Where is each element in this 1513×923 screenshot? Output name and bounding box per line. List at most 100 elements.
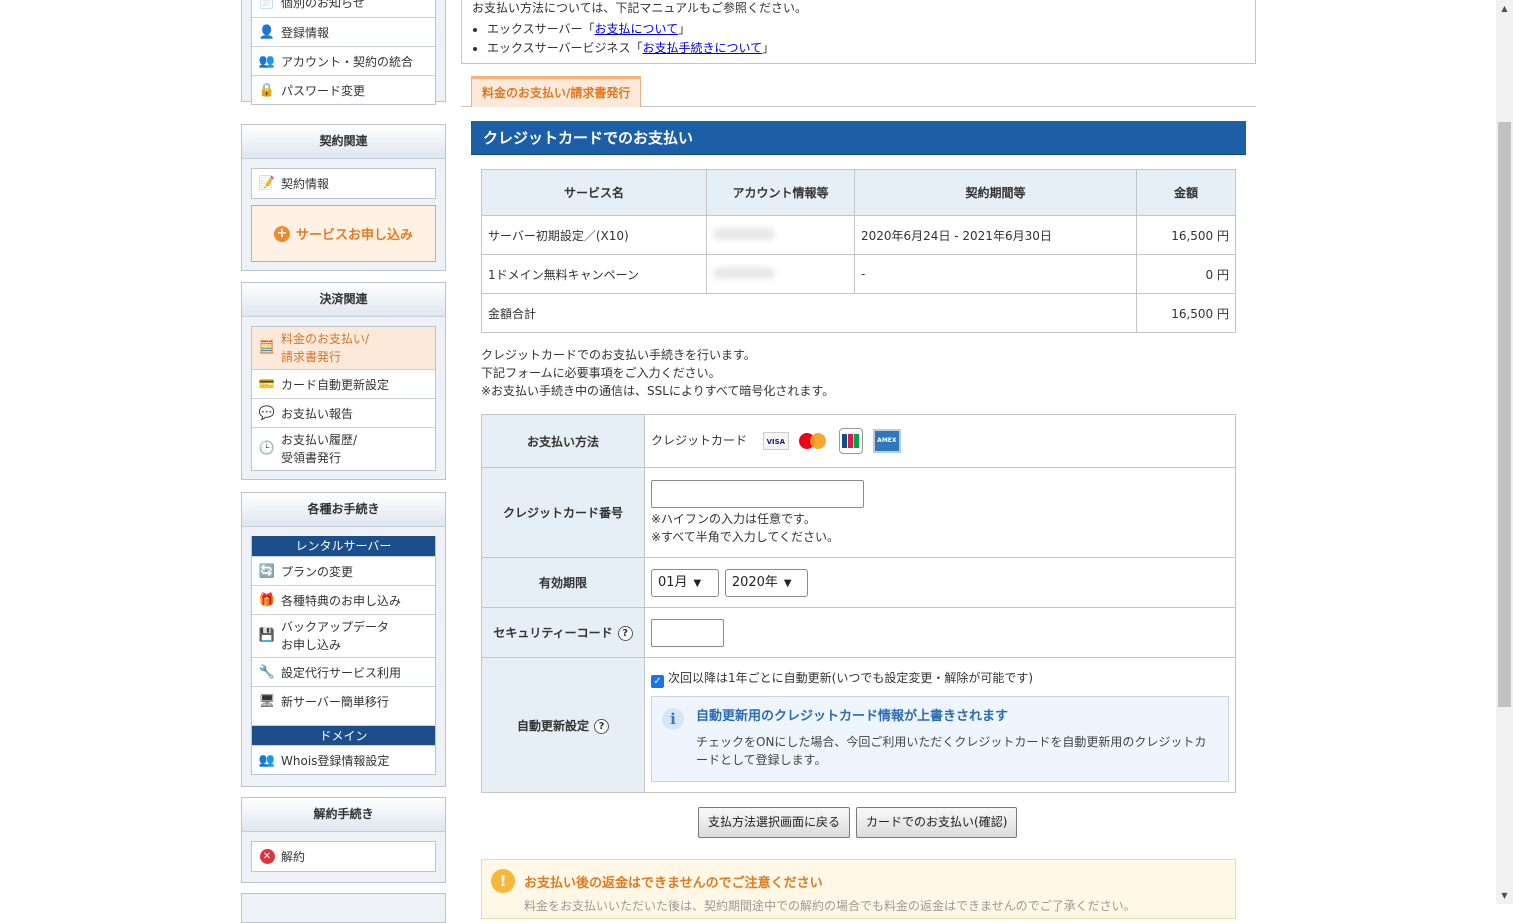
mastercard-icon <box>798 432 829 450</box>
sidebar-item-merge-account[interactable]: 👥 アカウント・契約の統合 <box>252 46 435 75</box>
table-row: 1ドメイン無料キャンペーン - 0 円 <box>481 254 1236 294</box>
auto-renew-checkbox[interactable]: ✓ <box>651 674 664 688</box>
business-payment-manual-link[interactable]: お支払手続きについて <box>643 41 763 55</box>
scroll-down-icon[interactable]: ▼ <box>1496 887 1513 904</box>
expiry-month-select[interactable]: 01月 ▼ <box>651 568 719 597</box>
merge-icon: 👥 <box>258 53 276 69</box>
amount: 0 円 <box>1136 254 1236 294</box>
credit-card-icon: 💳 <box>258 376 276 392</box>
sidebar-item-notices[interactable]: 📄 個別のお知らせ <box>252 0 435 17</box>
notice-item-business: エックスサーバービジネス「お支払手続きについて」 <box>487 39 1245 58</box>
tab-payment-invoice[interactable]: 料金のお支払い/請求書発行 <box>471 76 642 107</box>
total-amount: 16,500 円 <box>1136 293 1236 333</box>
scrollbar-thumb[interactable] <box>1498 122 1511 707</box>
card-payment-form: お支払い方法 クレジットカード VISA AMEX クレジットカード番号 ※ハイ… <box>481 414 1236 793</box>
table-header: サービス名 <box>481 169 707 216</box>
notice-text: お支払い方法については、下記マニュアルもご参照ください。 <box>472 1 808 15</box>
back-button[interactable]: 支払方法選択画面に戻る <box>698 807 851 838</box>
table-row: サーバー初期設定／(X10) 2020年6月24日 - 2021年6月30日 1… <box>481 215 1236 255</box>
payment-method-label: お支払い方法 <box>481 414 645 468</box>
amex-icon: AMEX <box>872 429 901 453</box>
payment-description: クレジットカードでのお支払い手続きを行います。 下記フォームに必要事項をご入力く… <box>481 348 835 398</box>
payment-method-value: クレジットカード VISA AMEX <box>644 414 1236 468</box>
contract-period: 2020年6月24日 - 2021年6月30日 <box>854 215 1137 255</box>
card-number-label: クレジットカード番号 <box>481 467 645 558</box>
plus-icon: + <box>273 225 290 242</box>
sidebar-item-payment-history[interactable]: 🕒 お支払い履歴/ 受領書発行 <box>252 427 435 470</box>
payment-manual-link[interactable]: お支払について <box>595 22 679 36</box>
sidebar-item-contract-info[interactable]: 📝 契約情報 <box>252 169 435 198</box>
warning-title: お支払い後の返金はできませんのでご注意ください <box>524 876 823 891</box>
sidebar-item-card-auto-renew[interactable]: 💳 カード自動更新設定 <box>252 369 435 398</box>
server-icon: 🖥 <box>258 693 276 709</box>
info-icon: i <box>662 707 684 730</box>
sidebar-item-setup-service[interactable]: 🔧 設定代行サービス利用 <box>252 657 435 686</box>
amount: 16,500 円 <box>1136 215 1236 255</box>
expiry-year-select[interactable]: 2020年 ▼ <box>724 568 808 597</box>
section-title: クレジットカードでのお支払い <box>471 121 1246 155</box>
vertical-scrollbar[interactable]: ▲ ▼ <box>1496 0 1513 904</box>
sidebar-item-payment-report[interactable]: 💬 お支払い報告 <box>252 398 435 427</box>
next-menu <box>241 893 446 923</box>
calculator-icon: 🧮 <box>258 340 276 355</box>
security-code-input[interactable] <box>651 618 724 647</box>
tab-bar: 料金のお支払い/請求書発行 <box>461 75 1256 107</box>
sidebar-item-server-migration[interactable]: 🖥 新サーバー簡単移行 <box>252 686 435 715</box>
sidebar-item-password[interactable]: 🔒 パスワード変更 <box>252 75 435 104</box>
total-label: 金額合計 <box>481 293 1137 333</box>
close-icon: ✕ <box>258 848 276 866</box>
confirm-card-payment-button[interactable]: カードでのお支払い(確認) <box>856 807 1018 838</box>
help-icon[interactable]: ? <box>617 626 633 641</box>
chevron-down-icon: ▼ <box>783 577 792 589</box>
info-title: 自動更新用のクレジットカード情報が上書きされます <box>696 708 1009 724</box>
account-info-masked <box>706 254 855 294</box>
rental-server-subheading: レンタルサーバー <box>252 536 435 556</box>
card-brands: VISA AMEX <box>762 428 901 454</box>
warning-icon: ! <box>491 869 515 893</box>
auto-renew-checkbox-label[interactable]: 次回以降は1年ごとに自動更新(いつでも設定変更・解除が可能です) <box>668 671 1033 685</box>
sidebar-item-plan-change[interactable]: 🔄 プランの変更 <box>252 556 435 585</box>
expiry-label: 有効期限 <box>481 557 645 608</box>
table-header: 契約期間等 <box>854 169 1137 216</box>
warning-body: 料金をお支払いいただいた後は、契約期間途中での解約の場合でも料金の返金はできませ… <box>524 899 1136 913</box>
clock-icon: 🕒 <box>258 441 276 456</box>
sidebar-item-payment[interactable]: 🧮 料金のお支払い/ 請求書発行 <box>252 327 435 369</box>
chevron-down-icon: ▼ <box>693 577 702 589</box>
scroll-up-icon[interactable]: ▲ <box>1496 0 1513 17</box>
backup-icon: 💾 <box>258 628 276 643</box>
form-buttons: 支払方法選択画面に戻る カードでのお支払い(確認) <box>698 807 1018 838</box>
contract-menu-title: 契約関連 <box>242 125 445 159</box>
service-table: サービス名 アカウント情報等 契約期間等 金額 サーバー初期設定／(X10) 2… <box>481 169 1236 333</box>
document-icon: 📝 <box>258 176 276 191</box>
visa-icon: VISA <box>762 432 789 450</box>
sidebar-item-whois[interactable]: 👥 Whois登録情報設定 <box>252 745 435 774</box>
help-icon[interactable]: ? <box>594 718 609 734</box>
service-apply-button[interactable]: + サービスお申し込み <box>251 205 436 262</box>
auto-renew-label: 自動更新設定? <box>481 657 645 793</box>
card-number-input[interactable] <box>651 479 864 508</box>
payment-menu: 決済関連 🧮 料金のお支払い/ 請求書発行 💳 カード自動更新設定 💬 お支払い報告 … <box>241 282 446 480</box>
domain-subheading: ドメイン <box>252 725 435 745</box>
jcb-icon <box>838 428 863 454</box>
contract-period: - <box>854 254 1137 294</box>
service-name: 1ドメイン無料キャンペーン <box>481 254 707 294</box>
manual-notice: お支払い方法については、下記マニュアルもご参照ください。 エックスサーバー「お支… <box>461 0 1256 64</box>
cancel-menu-title: 解約手続き <box>242 798 445 832</box>
service-name: サーバー初期設定／(X10) <box>481 215 707 255</box>
wrench-icon: 🔧 <box>258 664 276 680</box>
total-row: 金額合計 16,500 円 <box>481 293 1236 333</box>
user-icon: 👤 <box>258 24 276 40</box>
sidebar-item-benefits[interactable]: 🎁 各種特典のお申し込み <box>252 585 435 614</box>
sidebar-item-registration[interactable]: 👤 登録情報 <box>252 17 435 46</box>
security-code-label: セキュリティーコード? <box>481 607 645 658</box>
auto-renew-info-box: i 自動更新用のクレジットカード情報が上書きされます チェックをONにした場合、… <box>651 695 1229 782</box>
payment-menu-title: 決済関連 <box>242 283 445 317</box>
lock-icon: 🔒 <box>258 82 276 98</box>
sidebar-item-backup[interactable]: 💾 バックアップデータ お申し込み <box>252 614 435 657</box>
refresh-icon: 🔄 <box>258 563 276 579</box>
users-icon: 👥 <box>258 752 276 768</box>
account-menu: 📄 個別のお知らせ 👤 登録情報 👥 アカウント・契約の統合 🔒 パスワード変更 <box>241 0 446 105</box>
chat-icon: 💬 <box>258 405 276 421</box>
sidebar-item-cancel[interactable]: ✕ 解約 <box>252 842 435 871</box>
procedures-menu-title: 各種お手続き <box>242 493 445 527</box>
